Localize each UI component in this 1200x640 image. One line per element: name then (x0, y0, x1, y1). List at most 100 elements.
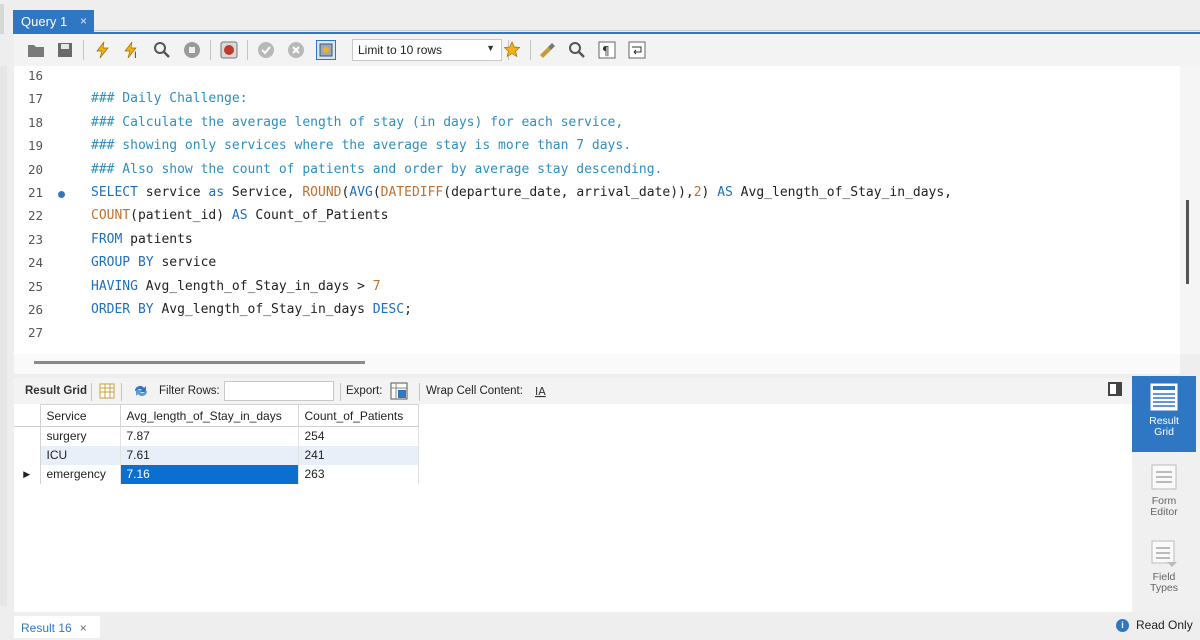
execute-icon[interactable] (92, 40, 112, 60)
commit-icon[interactable] (256, 40, 276, 60)
table-row[interactable]: surgery 7.87 254 (14, 426, 419, 446)
chevron-down-icon: ▼ (486, 43, 495, 53)
editor-line[interactable]: 18 ### Calculate the average length of st… (14, 115, 1180, 138)
table-row[interactable]: ICU 7.61 241 (14, 445, 419, 465)
cell-avg-stay[interactable]: 7.61 (120, 445, 299, 465)
svg-text:I: I (134, 51, 137, 59)
export-label: Export: (346, 385, 383, 397)
beautify-icon[interactable] (537, 40, 557, 60)
line-number: 26 (28, 302, 44, 317)
column-header-service[interactable]: Service (39, 404, 121, 427)
editor-line[interactable]: 19 ### showing only services where the av… (14, 138, 1180, 161)
row-header[interactable] (14, 426, 41, 446)
code-text: GROUP BY service (91, 255, 217, 271)
tab-bar-edge (0, 4, 4, 34)
cell-count[interactable]: 254 (298, 426, 419, 446)
toggle-panel-icon[interactable] (1108, 382, 1122, 396)
limit-rows-select[interactable]: Limit to 10 rows ▼ (352, 39, 502, 61)
refresh-icon[interactable] (132, 383, 150, 402)
tab-query-1[interactable]: Query 1 × (13, 10, 94, 32)
editor-bottom-area (14, 354, 1180, 374)
tab-close-icon[interactable]: × (80, 14, 87, 28)
code-text: ORDER BY Avg_length_of_Stay_in_days DESC… (91, 302, 412, 317)
save-icon[interactable] (55, 40, 75, 60)
editor-line[interactable]: 26 ORDER BY Avg_length_of_Stay_in_days DE… (14, 302, 1180, 325)
editor-vertical-scrollbar[interactable] (1180, 66, 1200, 354)
editor-line[interactable]: 25 HAVING Avg_length_of_Stay_in_days > 7 (14, 279, 1180, 302)
cell-avg-stay-selected[interactable]: 7.16 (120, 464, 299, 484)
cell-service[interactable]: ICU (40, 445, 121, 465)
cell-count[interactable]: 263 (298, 464, 419, 484)
result-side-panel: Result Grid Form Editor Field Types (1132, 376, 1200, 612)
export-icon[interactable] (390, 382, 410, 403)
bookmark-star-icon[interactable] (502, 40, 522, 60)
editor-line[interactable]: 21 SELECT service as Service, ROUND(AVG(D… (14, 185, 1180, 208)
result-tab-close-icon[interactable]: × (80, 621, 87, 635)
info-icon: i (1116, 618, 1129, 632)
svg-text:¶: ¶ (602, 44, 610, 58)
editor-line[interactable]: 23 FROM patients (14, 232, 1180, 255)
cell-service[interactable]: surgery (40, 426, 121, 446)
editor-line[interactable]: 22 COUNT(patient_id) AS Count_of_Patients (14, 208, 1180, 231)
result-tab[interactable]: Result 16 × (14, 616, 100, 638)
result-grid-label: Result Grid (25, 385, 87, 397)
toggle-error-icon[interactable] (219, 40, 239, 60)
limit-rows-value: Limit to 10 rows (358, 43, 443, 57)
sql-editor[interactable]: 16 17 ### Daily Challenge: 18 ### Calculate … (14, 66, 1180, 354)
field-types-button[interactable]: Field Types (1132, 532, 1196, 608)
cell-service[interactable]: emergency (40, 464, 121, 484)
find-icon[interactable] (567, 40, 587, 60)
column-header-count[interactable]: Count_of_Patients (297, 404, 419, 427)
wrap-icon[interactable] (627, 40, 647, 60)
cell-avg-stay[interactable]: 7.87 (120, 426, 299, 446)
editor-line[interactable]: 20 ### Also show the count of patients an… (14, 162, 1180, 185)
explain-icon[interactable] (152, 40, 172, 60)
row-header-corner (14, 404, 41, 427)
tab-bar-line (94, 30, 1200, 31)
editor-line[interactable]: 24 GROUP BY service (14, 255, 1180, 278)
editor-line[interactable]: 27 (14, 325, 1180, 348)
toolbar-separator (83, 40, 84, 60)
cell-count[interactable]: 241 (298, 445, 419, 465)
grid-view-icon[interactable] (99, 383, 115, 402)
invisible-chars-icon[interactable]: ¶ (597, 40, 617, 60)
form-editor-button[interactable]: Form Editor (1132, 456, 1196, 532)
editor-scroll-thumb[interactable] (1186, 200, 1189, 284)
column-header-avg-stay[interactable]: Avg_length_of_Stay_in_days (119, 404, 299, 427)
result-grid-view-label-2: Grid (1154, 426, 1174, 438)
code-text: ### showing only services where the aver… (91, 138, 632, 154)
result-grid-icon (1150, 383, 1178, 411)
rollback-icon[interactable] (286, 40, 306, 60)
result-grid-view-button[interactable]: Result Grid (1132, 376, 1196, 452)
field-types-label-2: Types (1149, 582, 1178, 594)
status-bar: Result 16 × i Read Only (0, 612, 1200, 640)
filter-rows-input[interactable] (224, 381, 334, 401)
row-header[interactable]: ▶ (14, 464, 41, 484)
toolbar-separator (419, 383, 420, 401)
row-header[interactable] (14, 445, 41, 465)
stop-icon[interactable] (182, 40, 202, 60)
read-only-indicator: i Read Only (1116, 618, 1193, 632)
wrap-cell-label: Wrap Cell Content: (426, 385, 523, 397)
result-grid: Service Avg_length_of_Stay_in_days Count… (14, 404, 1132, 612)
result-tab-title: Result 16 (21, 621, 72, 635)
toolbar-separator (121, 383, 122, 401)
execute-current-icon[interactable]: I (122, 40, 142, 60)
code-text: ### Calculate the average length of stay… (91, 114, 624, 130)
code-text: FROM patients (91, 231, 193, 247)
code-text: ### Also show the count of patients and … (91, 161, 663, 177)
line-number: 20 (28, 161, 44, 177)
autocommit-icon[interactable] (316, 40, 336, 60)
toolbar-separator (530, 40, 531, 60)
editor-horizontal-scrollbar[interactable] (34, 361, 365, 364)
code-text: HAVING Avg_length_of_Stay_in_days > 7 (91, 278, 381, 294)
editor-line[interactable]: 16 (14, 68, 1180, 91)
editor-line[interactable]: 17 ### Daily Challenge: (14, 91, 1180, 114)
code-text: ### Daily Challenge: (91, 91, 248, 107)
table-row[interactable]: ▶ emergency 7.16 263 (14, 464, 419, 484)
wrap-cell-icon[interactable]: IA (534, 383, 550, 402)
read-only-label: Read Only (1136, 618, 1193, 632)
toolbar-separator (340, 383, 341, 401)
toolbar-separator (91, 383, 92, 401)
open-folder-icon[interactable] (26, 40, 46, 60)
